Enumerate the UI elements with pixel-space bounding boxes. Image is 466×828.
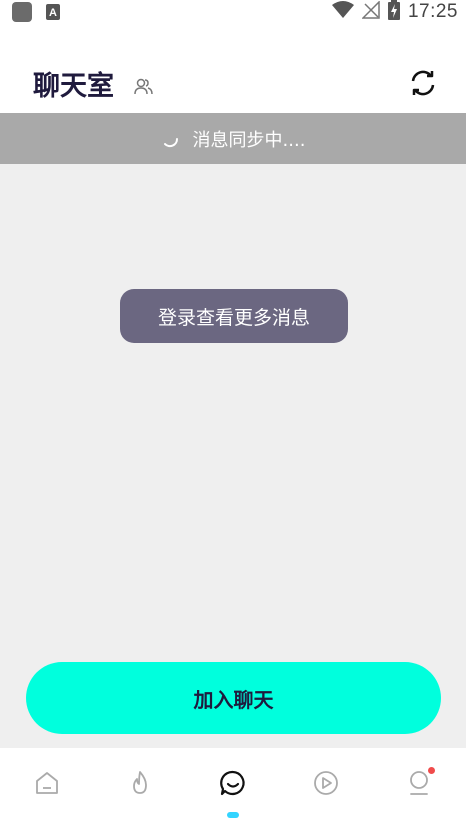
- home-icon: [35, 772, 58, 794]
- no-signal-icon: [361, 0, 380, 23]
- spinner-icon: [161, 130, 179, 148]
- nav-item-hot[interactable]: [93, 748, 186, 828]
- nav-item-home[interactable]: [0, 748, 93, 828]
- page-title: 聊天室: [33, 71, 114, 102]
- nav-item-profile[interactable]: [373, 748, 466, 828]
- status-left: A: [12, 2, 60, 22]
- status-time: 17:25: [407, 1, 458, 22]
- chat-content: 登录查看更多消息 加入聊天: [0, 164, 466, 748]
- nav-item-chat[interactable]: [186, 748, 279, 828]
- notification-badge: [427, 767, 435, 774]
- sync-status-text: 消息同步中....: [192, 129, 306, 151]
- app-square-icon: [12, 2, 32, 22]
- flame-icon: [132, 771, 147, 794]
- join-chat-button[interactable]: 加入聊天: [26, 662, 441, 734]
- status-right: 17:25: [331, 0, 458, 24]
- people-icon[interactable]: [134, 77, 153, 96]
- chat-icon: [220, 770, 245, 796]
- header: 聊天室: [0, 24, 466, 113]
- status-bar: A 17:25: [0, 0, 466, 24]
- refresh-icon[interactable]: [408, 68, 438, 98]
- svg-text:A: A: [49, 7, 57, 19]
- a-notification-icon: A: [46, 4, 60, 20]
- bottom-nav: [0, 748, 466, 828]
- play-icon: [314, 771, 339, 795]
- active-tab-indicator: [226, 812, 239, 818]
- login-toast: 登录查看更多消息: [120, 289, 348, 343]
- nav-item-video[interactable]: [280, 748, 373, 828]
- sync-banner: 消息同步中....: [0, 113, 466, 164]
- battery-charging-icon: [387, 0, 400, 24]
- wifi-icon: [331, 1, 354, 23]
